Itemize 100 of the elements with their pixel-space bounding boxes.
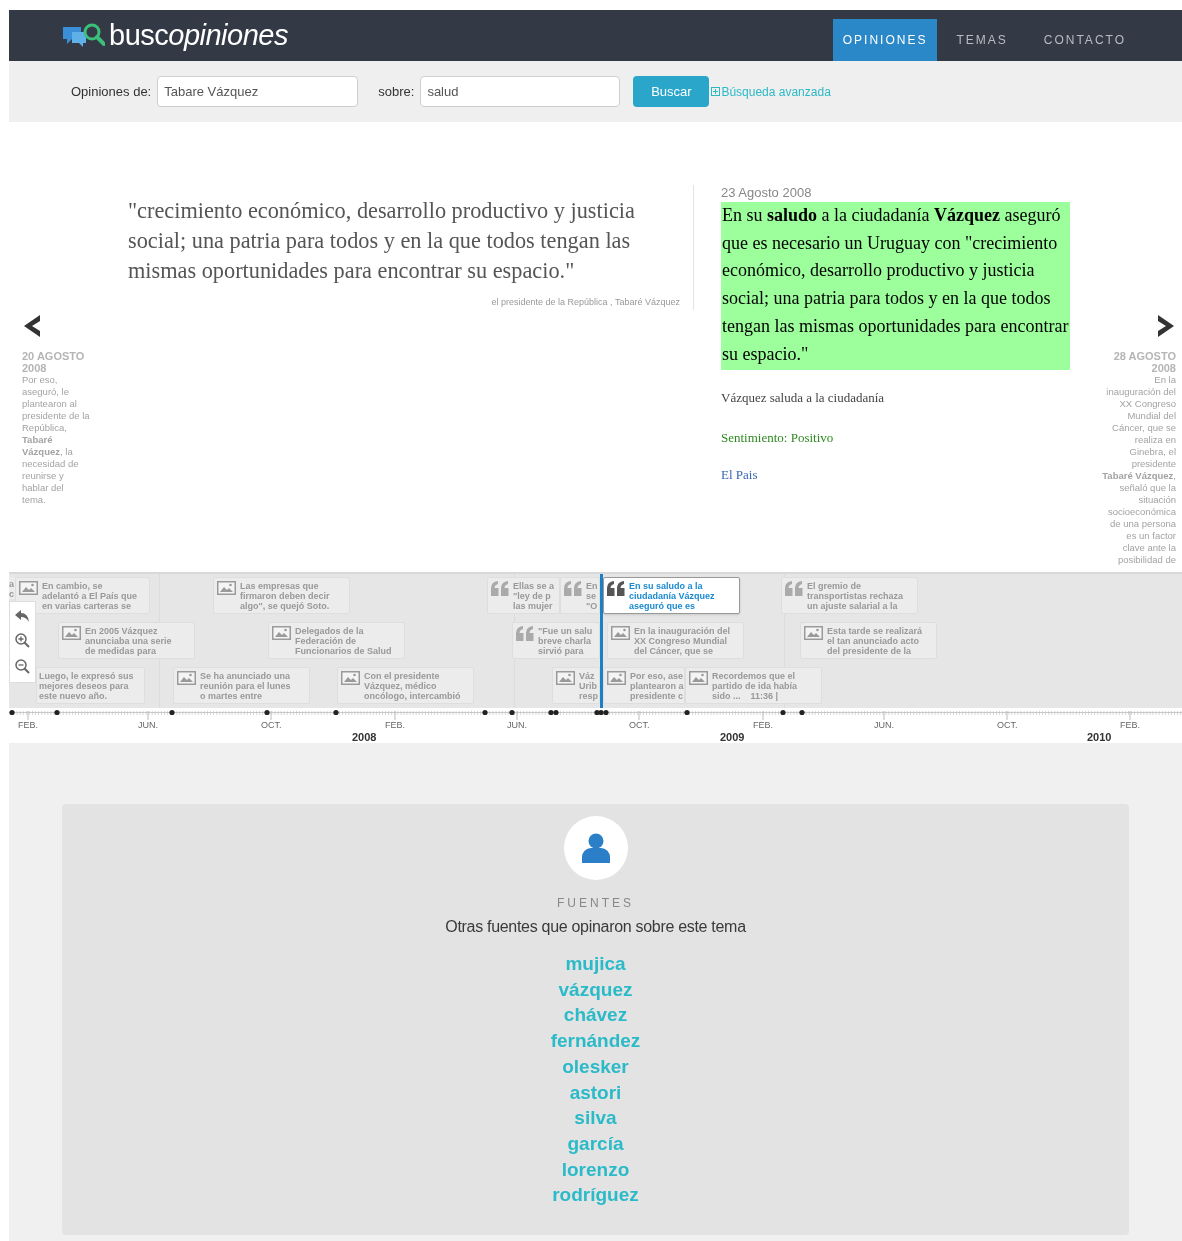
- timeline-event[interactable]: Por eso, ase plantearon a presidente c: [603, 667, 685, 704]
- source-link[interactable]: rodríguez: [552, 1182, 639, 1209]
- source-link[interactable]: silva: [574, 1105, 617, 1131]
- event-excerpt: En 2005 Vázquez anunciaba una serie de medidas para: [85, 626, 172, 656]
- timeline-event[interactable]: Las empresas que firmaron deben decir algo", se quejó Soto.: [213, 577, 350, 614]
- image-icon: [341, 671, 360, 685]
- month-label: OCT.: [997, 719, 1018, 732]
- author-field[interactable]: Tabare Vázquez: [157, 76, 359, 107]
- month-label: JUN.: [507, 719, 527, 732]
- nav-tab[interactable]: TEMAS: [938, 19, 1026, 61]
- image-icon: [611, 626, 630, 640]
- zoom-in-icon[interactable]: [15, 633, 30, 648]
- timeline-event[interactable]: Con el presidente Vázquez, médico oncólogo, intercambió: [337, 667, 474, 704]
- sentiment-label: Sentimiento: Positivo: [721, 428, 835, 447]
- timeline-event[interactable]: En la inauguración del XX Congreso Mundial del Cáncer, que se: [607, 622, 744, 659]
- timeline-event[interactable]: a c: [9, 577, 15, 599]
- quote-icon: [491, 581, 509, 596]
- timeline-event[interactable]: Ellas se a "ley de p las mujer: [487, 577, 560, 614]
- image-icon: [272, 626, 291, 640]
- article-date: 23 Agosto 2008: [721, 186, 813, 200]
- event-excerpt: Váz Urib resp: [579, 671, 598, 701]
- person-icon: [581, 833, 610, 863]
- article-caption: Vázquez saluda a la ciudadanía: [721, 389, 886, 408]
- source-link[interactable]: vázquez: [558, 976, 633, 1003]
- source-link[interactable]: astori: [569, 1079, 622, 1106]
- timeline-event[interactable]: "Fue un salu breve charla sirvió para: [512, 622, 600, 659]
- timeline-event[interactable]: Delegados de la Federación de Funcionarios de Salud: [268, 622, 405, 659]
- timeline-event[interactable]: En se "O: [560, 577, 600, 614]
- quote-icon: [516, 626, 534, 641]
- timeline-event[interactable]: Recordemos que el partido de ida había sido ... 11:36 |: [685, 667, 822, 704]
- previous-date: 20 AGOSTO 2008: [22, 350, 86, 374]
- search-button[interactable]: Buscar: [633, 76, 710, 107]
- event-excerpt: Delegados de la Federación de Funcionarios de Salud: [295, 626, 392, 656]
- field-label: sobre:: [378, 82, 415, 101]
- image-icon: [556, 671, 575, 685]
- next-arrow-icon[interactable]: [1156, 315, 1176, 337]
- month-label: FEB.: [18, 719, 38, 732]
- image-icon: [804, 626, 823, 640]
- image-icon: [177, 671, 196, 685]
- image-icon: [607, 671, 626, 685]
- quote-attribution: el presidente de la República , Tabaré Vázquez: [490, 296, 680, 309]
- event-excerpt: "Fue un salu breve charla sirvió para: [538, 626, 593, 656]
- source-link[interactable]: El Pais: [721, 465, 758, 485]
- timeline-event[interactable]: Esta tarde se realizará el tan anunciado acto del presidente de la: [800, 622, 937, 659]
- next-excerpt: En la inauguración del XX Congreso Mundial del Cáncer, que se realiza en Ginebra, el presidente Tabaré Vázquez, señaló que la situación socioeconómica de una persona es un factor clave ante la posibilidad de: [1102, 374, 1176, 566]
- image-icon: [62, 626, 81, 640]
- source-link[interactable]: mujica: [565, 951, 626, 977]
- month-label: OCT.: [629, 719, 650, 732]
- timeline-event[interactable]: Se ha anunciado una reunión para el lunes o martes entre: [173, 667, 310, 704]
- time-marker[interactable]: [600, 574, 603, 708]
- source-link[interactable]: lorenzo: [561, 1156, 630, 1183]
- next-date: 28 AGOSTO 2008: [1112, 350, 1176, 374]
- quote-icon: [564, 581, 582, 596]
- timeline-event[interactable]: Luego, le expresó sus mejores deseos para este nuevo año.: [36, 667, 145, 704]
- event-excerpt: Con el presidente Vázquez, médico oncólogo, intercambió: [364, 671, 461, 701]
- event-excerpt: Las empresas que firmaron deben decir algo", se quejó Soto.: [240, 581, 330, 611]
- year-label: 2008: [352, 730, 377, 745]
- timeline-event[interactable]: En su saludo a la ciudadanía Vázquez aseguró que es: [603, 577, 740, 614]
- source-link[interactable]: chávez: [563, 1002, 628, 1029]
- image-icon: [689, 671, 708, 685]
- timeline-event[interactable]: Váz Urib resp: [552, 667, 600, 704]
- image-icon: [217, 581, 236, 595]
- event-excerpt: Luego, le expresó sus mejores deseos para este nuevo año.: [39, 671, 134, 701]
- year-label: 2010: [1087, 730, 1112, 745]
- event-excerpt: En cambio, se adelantó a El País que en varias carteras se: [42, 581, 138, 611]
- event-excerpt: En la inauguración del XX Congreso Mundial del Cáncer, que se: [634, 626, 731, 656]
- month-label: FEB.: [385, 719, 405, 732]
- event-excerpt: Esta tarde se realizará el tan anunciado acto del presidente de la: [827, 626, 923, 656]
- event-excerpt: Por eso, ase plantearon a presidente c: [630, 671, 684, 701]
- nav-tab[interactable]: CONTACTO: [1025, 19, 1144, 61]
- month-label: FEB.: [753, 719, 773, 732]
- year-label: 2009: [720, 730, 745, 745]
- article-text: En su saludo a la ciudadanía Vázquez aseguró que es necesario un Uruguay con "crecimiento económico, desarrollo productivo y justicia social; una patria para todos y en la que todos tengan las mismas oportunidades para encontrar su espacio.": [721, 202, 1070, 371]
- timeline-event[interactable]: En 2005 Vázquez anunciaba una serie de medidas para: [58, 622, 195, 659]
- month-label: JUN.: [138, 719, 158, 732]
- timeline-event[interactable]: En cambio, se adelantó a El País que en varias carteras se: [15, 577, 150, 614]
- section-title: Otras fuentes que opinaron sobre este tema: [445, 917, 746, 937]
- timeline-event[interactable]: El gremio de transportistas rechaza un ajuste salarial a la: [781, 577, 918, 614]
- event-excerpt: En su saludo a la ciudadanía Vázquez aseguró que es: [629, 581, 715, 611]
- advanced-search-link[interactable]: Búsqueda avanzada: [721, 82, 831, 101]
- event-excerpt: En se "O: [586, 581, 598, 611]
- event-excerpt: Recordemos que el partido de ida había sido ... 11:36 |: [712, 671, 797, 701]
- field-label: Opiniones de:: [71, 82, 152, 101]
- expand-icon: [711, 87, 721, 96]
- back-arrow-icon[interactable]: [15, 609, 30, 622]
- zoom-out-icon[interactable]: [15, 659, 30, 675]
- month-label: JUN.: [874, 719, 894, 732]
- logo-wordmark[interactable]: buscopiniones: [109, 21, 288, 50]
- source-link[interactable]: garcía: [567, 1130, 624, 1157]
- source-link[interactable]: olesker: [562, 1053, 629, 1080]
- source-link[interactable]: fernández: [550, 1028, 641, 1054]
- quote-icon: [785, 581, 803, 596]
- image-icon: [19, 581, 38, 595]
- quote-text: "crecimiento económico, desarrollo productivo y justicia social; una patria para todos y en la que todos tengan las mismas oportunidades para encontrar su espacio.": [128, 197, 636, 285]
- quote-icon: [607, 581, 625, 596]
- topic-field[interactable]: salud: [420, 76, 621, 107]
- month-label: OCT.: [261, 719, 282, 732]
- section-kicker: FUENTES: [557, 895, 634, 912]
- previous-arrow-icon[interactable]: [22, 315, 42, 337]
- nav-tab[interactable]: OPINIONES: [832, 19, 938, 61]
